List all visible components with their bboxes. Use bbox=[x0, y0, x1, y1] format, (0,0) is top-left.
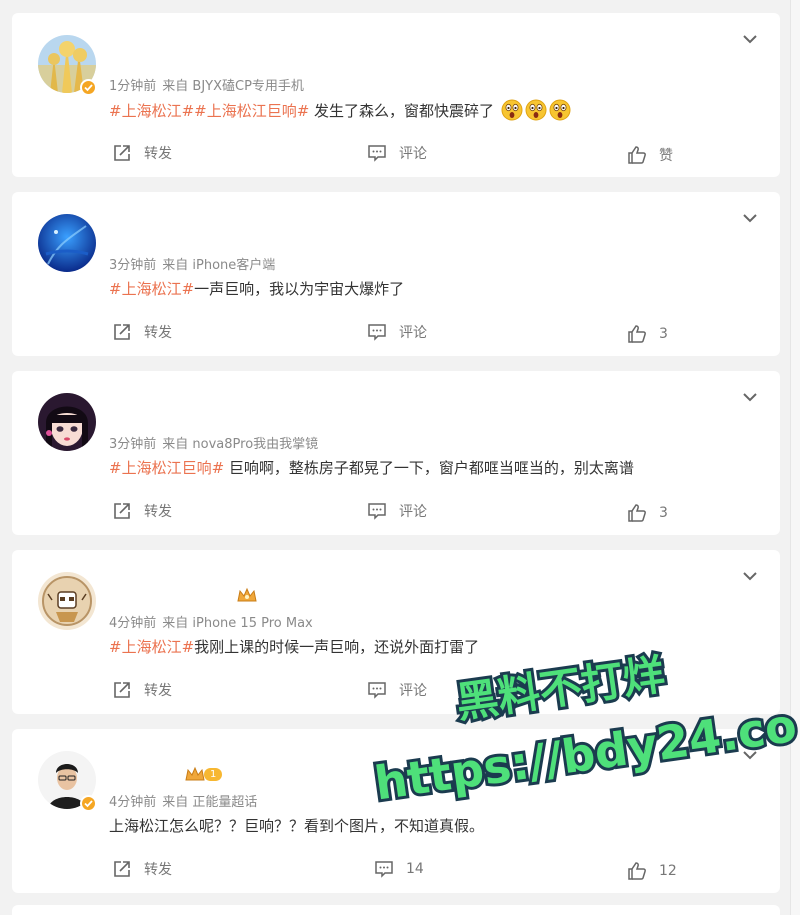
comment-icon bbox=[368, 324, 386, 341]
watermark-line1: 黑料不打烊 bbox=[453, 650, 668, 728]
watermark: 黑料不打烊 https://bdy24.co bbox=[360, 640, 800, 814]
watermark-line2: https://bdy24.co bbox=[371, 698, 800, 811]
post-text: 上海松江怎么呢？？巨响？？看到个图片，不知道真假。 bbox=[109, 817, 485, 835]
comment-label: 评论 bbox=[399, 504, 427, 520]
like-count: 3 bbox=[659, 326, 668, 342]
post-time: 3分钟前 bbox=[109, 258, 157, 273]
shocked-face-emoji-icon bbox=[501, 99, 523, 121]
post-meta: 1分钟前 来自 BJYX磕CP专用手机 bbox=[109, 75, 304, 94]
post-source[interactable]: 来自 iPhone客户端 bbox=[162, 258, 275, 273]
comment-icon bbox=[368, 145, 386, 162]
post-content: #上海松江巨响# 巨响啊，整栋房子都晃了一下，窗户都哐当哐当的，别太离谱 bbox=[109, 457, 634, 478]
thumbs-up-icon bbox=[628, 325, 646, 343]
post-content: #上海松江#一声巨响，我以为宇宙大爆炸了 bbox=[109, 278, 404, 299]
post-time: 4分钟前 bbox=[109, 795, 157, 810]
hashtag-link[interactable]: #上海松江# bbox=[109, 102, 194, 120]
post-time: 1分钟前 bbox=[109, 79, 157, 94]
post-meta: 3分钟前 来自 iPhone客户端 bbox=[109, 254, 275, 273]
post-card-partial bbox=[12, 905, 780, 915]
avatar[interactable] bbox=[38, 572, 96, 630]
level-badge: 1 bbox=[184, 766, 223, 782]
comment-count: 14 bbox=[406, 861, 424, 877]
comment-button[interactable]: 评论 bbox=[367, 143, 427, 163]
comment-label: 评论 bbox=[399, 325, 427, 341]
avatar[interactable] bbox=[38, 214, 96, 272]
hashtag-link[interactable]: #上海松江# bbox=[109, 280, 194, 298]
post-source[interactable]: 来自 BJYX磕CP专用手机 bbox=[162, 79, 304, 94]
post-card: 1分钟前 来自 BJYX磕CP专用手机 #上海松江##上海松江巨响# 发生了森么，… bbox=[12, 13, 780, 177]
post-time: 4分钟前 bbox=[109, 616, 157, 631]
comment-icon bbox=[368, 503, 386, 520]
post-content: #上海松江##上海松江巨响# 发生了森么，窗都快震碎了 bbox=[109, 99, 571, 121]
post-source[interactable]: 来自 正能量超话 bbox=[162, 795, 257, 810]
verified-badge-icon bbox=[80, 795, 97, 812]
thumbs-up-icon bbox=[628, 146, 646, 164]
like-button[interactable]: 赞 bbox=[627, 145, 673, 165]
forward-button[interactable]: 转发 bbox=[112, 143, 172, 163]
crown-badge-icon bbox=[236, 587, 258, 607]
crown-badge-icon bbox=[185, 766, 205, 781]
like-button[interactable]: 3 bbox=[627, 503, 668, 523]
chevron-down-icon[interactable] bbox=[742, 391, 758, 403]
post-source[interactable]: 来自 iPhone 15 Pro Max bbox=[162, 616, 312, 631]
comment-button[interactable]: 评论 bbox=[367, 322, 427, 342]
comment-icon bbox=[375, 861, 393, 878]
like-count: 3 bbox=[659, 505, 668, 521]
like-button[interactable]: 12 bbox=[627, 861, 677, 881]
forward-icon bbox=[114, 145, 130, 161]
forward-label: 转发 bbox=[144, 325, 172, 341]
level-number: 1 bbox=[204, 767, 223, 781]
post-meta: 3分钟前 来自 nova8Pro我由我掌镜 bbox=[109, 433, 318, 452]
shocked-face-emoji-icon bbox=[525, 99, 547, 121]
like-count: 12 bbox=[659, 863, 677, 879]
thumbs-up-icon bbox=[628, 504, 646, 522]
side-panel-edge bbox=[790, 0, 800, 915]
forward-icon bbox=[114, 682, 130, 698]
post-card: 3分钟前 来自 iPhone客户端 #上海松江#一声巨响，我以为宇宙大爆炸了 转发… bbox=[12, 192, 780, 356]
forward-button[interactable]: 转发 bbox=[112, 322, 172, 342]
post-text: 发生了森么，窗都快震碎了 bbox=[309, 102, 495, 120]
forward-button[interactable]: 转发 bbox=[112, 859, 172, 879]
post-source[interactable]: 来自 nova8Pro我由我掌镜 bbox=[162, 437, 318, 452]
post-meta: 4分钟前 来自 iPhone 15 Pro Max bbox=[109, 612, 313, 631]
hashtag-link[interactable]: #上海松江# bbox=[109, 638, 194, 656]
chevron-down-icon[interactable] bbox=[742, 212, 758, 224]
chevron-down-icon[interactable] bbox=[742, 570, 758, 582]
post-content: 上海松江怎么呢？？巨响？？看到个图片，不知道真假。 bbox=[109, 815, 484, 836]
post-time: 3分钟前 bbox=[109, 437, 157, 452]
comment-label: 评论 bbox=[399, 146, 427, 162]
like-button[interactable]: 3 bbox=[627, 324, 668, 344]
forward-label: 转发 bbox=[144, 504, 172, 520]
forward-label: 转发 bbox=[144, 683, 172, 699]
forward-label: 转发 bbox=[144, 862, 172, 878]
forward-label: 转发 bbox=[144, 146, 172, 162]
chevron-down-icon[interactable] bbox=[742, 33, 758, 45]
forward-icon bbox=[114, 324, 130, 340]
thumbs-up-icon bbox=[628, 862, 646, 880]
shocked-face-emoji-icon bbox=[549, 99, 571, 121]
hashtag-link[interactable]: #上海松江巨响# bbox=[109, 459, 224, 477]
like-label: 赞 bbox=[659, 148, 673, 164]
post-meta: 4分钟前 来自 正能量超话 bbox=[109, 791, 257, 810]
post-text: 巨响啊，整栋房子都晃了一下，窗户都哐当哐当的，别太离谱 bbox=[224, 459, 634, 477]
comment-button[interactable]: 评论 bbox=[367, 501, 427, 521]
forward-button[interactable]: 转发 bbox=[112, 680, 172, 700]
forward-icon bbox=[114, 861, 130, 877]
post-text: 一声巨响，我以为宇宙大爆炸了 bbox=[194, 280, 405, 298]
avatar[interactable] bbox=[38, 393, 96, 451]
hashtag-link[interactable]: #上海松江巨响# bbox=[194, 102, 309, 120]
comment-button[interactable]: 14 bbox=[374, 859, 424, 879]
post-card: 3分钟前 来自 nova8Pro我由我掌镜 #上海松江巨响# 巨响啊，整栋房子都晃… bbox=[12, 371, 780, 535]
forward-icon bbox=[114, 503, 130, 519]
verified-badge-icon bbox=[80, 79, 97, 96]
forward-button[interactable]: 转发 bbox=[112, 501, 172, 521]
